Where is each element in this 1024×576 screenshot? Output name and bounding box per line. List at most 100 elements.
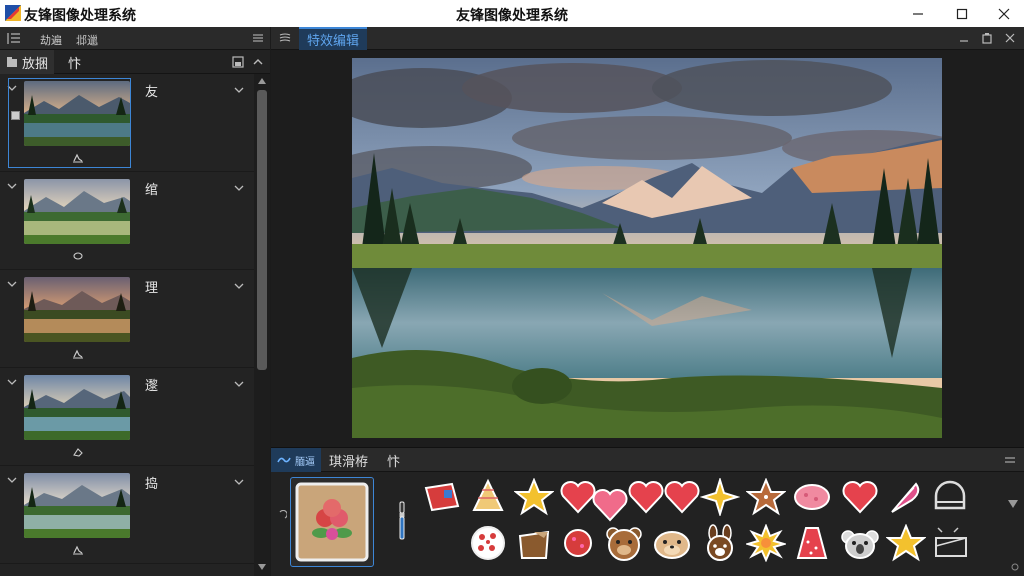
scroll-up-icon[interactable]: [258, 78, 266, 84]
star-sticker-icon: [514, 478, 554, 516]
app-name: 友锋图像处理系统: [24, 8, 136, 24]
chevron-down-icon[interactable]: [7, 476, 17, 484]
sticker-item[interactable]: [883, 476, 929, 518]
sticker-item[interactable]: [419, 476, 465, 518]
layer-row[interactable]: 绾: [0, 172, 254, 270]
chevron-down-icon[interactable]: [7, 182, 17, 190]
sparkle-sticker-icon: [700, 478, 740, 516]
sticker-item[interactable]: [927, 476, 973, 518]
chevron-down-icon[interactable]: [234, 282, 244, 290]
sticker-item[interactable]: [837, 476, 883, 518]
scrollbar-thumb[interactable]: [257, 90, 267, 370]
layer-mask-icon[interactable]: [11, 111, 20, 120]
layer-thumbnail: [24, 179, 130, 244]
sticker-item[interactable]: [789, 476, 835, 518]
tab-left-1[interactable]: 劫遍: [40, 32, 62, 48]
chevron-down-icon[interactable]: [234, 380, 244, 388]
minimize-button[interactable]: [896, 0, 940, 27]
scroll-down-icon[interactable]: [258, 564, 266, 570]
close-button[interactable]: [982, 0, 1024, 27]
bunny-sticker-icon: [707, 524, 733, 561]
sticker-item[interactable]: [511, 476, 557, 518]
restore-icon[interactable]: [981, 32, 993, 44]
sticker-item[interactable]: [743, 476, 789, 518]
sticker-grid: [379, 476, 1001, 568]
tab-sticker-2[interactable]: 琪滑栫: [323, 448, 374, 472]
left-panel: 劫遍 邶邋 放捆 忭 友 绾 理 邌 捣: [0, 27, 270, 576]
panel-menu-icon[interactable]: [279, 32, 291, 44]
maximize-button[interactable]: [940, 0, 984, 27]
chevron-down-icon[interactable]: [7, 280, 17, 288]
flower-sticker-icon: [564, 529, 592, 557]
layer-row[interactable]: 邌: [0, 368, 254, 466]
minimize-icon: [913, 12, 923, 15]
image-canvas[interactable]: [352, 58, 942, 438]
tab-sticker-1[interactable]: 腼逼: [271, 448, 321, 472]
sticker-item[interactable]: [601, 522, 647, 564]
tab-effects-edit[interactable]: 特效编辑: [299, 27, 368, 50]
sticker-item[interactable]: [883, 522, 929, 564]
panel-menu-icon[interactable]: [1004, 454, 1016, 466]
close-icon: [998, 8, 1010, 19]
title-bar: 友锋图像处理系统 友锋图像处理系统: [0, 0, 1024, 27]
sticker-item[interactable]: [511, 522, 557, 564]
layer-label: 友: [145, 85, 159, 100]
chevron-down-icon[interactable]: [7, 378, 17, 386]
wave-icon: [277, 457, 291, 463]
left-panel-subtabs: 放捆 忭: [0, 50, 270, 74]
layer-row[interactable]: 理: [0, 270, 254, 368]
heart-sticker-icon: [664, 481, 700, 514]
chevron-down-icon[interactable]: [234, 86, 244, 94]
brush-icon[interactable]: [72, 153, 84, 163]
panel-menu-icon[interactable]: [252, 32, 264, 44]
sticker-item[interactable]: [837, 522, 883, 564]
flower-sticker-icon: [295, 482, 369, 562]
eraser-icon[interactable]: [72, 447, 84, 457]
tab-sticker-3[interactable]: 忭: [381, 448, 406, 472]
layers-list-icon[interactable]: [6, 31, 22, 46]
sticker-item[interactable]: [465, 476, 511, 518]
sticker-item[interactable]: [927, 522, 973, 564]
sun-sticker-icon: [746, 524, 786, 562]
undo-icon[interactable]: [277, 510, 287, 520]
layer-row[interactable]: 友: [0, 74, 254, 172]
sticker-item[interactable]: [697, 476, 743, 518]
tab-left-2[interactable]: 邶邋: [76, 32, 98, 48]
close-icon[interactable]: [1004, 32, 1016, 44]
chevron-down-icon[interactable]: [234, 478, 244, 486]
main-tabbar: 特效编辑: [271, 27, 1024, 50]
brush-icon[interactable]: [72, 349, 84, 359]
feather-sticker-icon: [891, 482, 920, 513]
layer-thumbnail: [24, 375, 130, 440]
minimize-icon[interactable]: [958, 32, 970, 44]
layer-thumbnail: [24, 81, 130, 146]
dress-sticker-icon: [796, 527, 828, 559]
refresh-icon[interactable]: [1011, 563, 1019, 571]
layer-label: 绾: [145, 183, 159, 198]
subtab-second[interactable]: 忭: [62, 50, 87, 74]
polka-dot-sticker-icon: [471, 526, 505, 560]
subtab-layers[interactable]: 放捆: [0, 50, 55, 74]
layer-row[interactable]: 捣: [0, 466, 254, 564]
sticker-item[interactable]: [465, 522, 511, 564]
scroll-down-icon[interactable]: [1008, 500, 1018, 508]
save-icon[interactable]: [232, 56, 244, 68]
sticker-item[interactable]: [743, 522, 789, 564]
tab-sticker-1-label: 腼逼: [295, 456, 315, 468]
sticker-item[interactable]: [697, 522, 743, 564]
sticker-item[interactable]: [789, 522, 835, 564]
main-panel: 特效编辑: [271, 27, 1024, 447]
collapse-up-icon[interactable]: [252, 56, 264, 68]
layer-label: 捣: [145, 477, 159, 492]
chevron-down-icon[interactable]: [234, 184, 244, 192]
brush-icon[interactable]: [72, 545, 84, 555]
layer-list-scrollbar[interactable]: [254, 74, 270, 576]
sticker-item[interactable]: [649, 522, 695, 564]
sticker-selected[interactable]: [290, 477, 374, 567]
paper-bag-sticker-icon: [518, 530, 550, 559]
heart-sticker-icon: [842, 481, 878, 514]
tag-sticker-icon: [424, 482, 460, 512]
lasso-icon[interactable]: [72, 251, 84, 261]
sticker-item[interactable]: [555, 522, 601, 564]
layer-label: 邌: [145, 379, 159, 394]
